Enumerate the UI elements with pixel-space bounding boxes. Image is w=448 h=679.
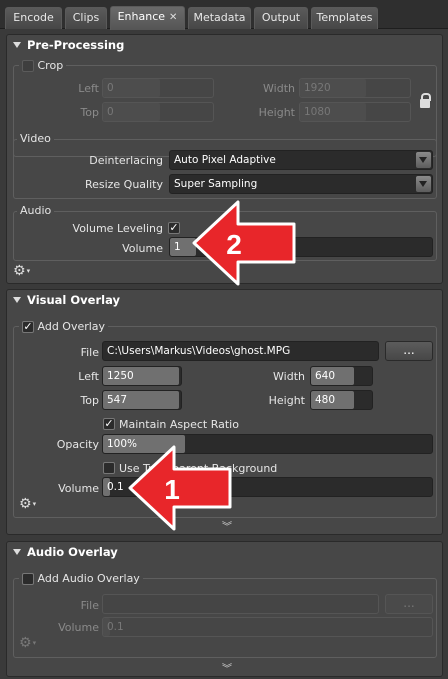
overlay-left-slider[interactable]: 1250 xyxy=(102,366,182,386)
tab-clips[interactable]: Clips xyxy=(65,7,107,29)
add-overlay-label: Add Overlay xyxy=(37,320,106,333)
overlay-width-slider[interactable]: 640 xyxy=(310,366,373,386)
tab-enhance[interactable]: Enhance ✕ xyxy=(110,6,185,30)
panel-title: Pre-Processing xyxy=(27,38,125,52)
slider-value: 1920 xyxy=(304,82,331,94)
tab-output[interactable]: Output xyxy=(254,7,308,29)
slider-value: 640 xyxy=(315,370,336,382)
tab-label: Clips xyxy=(72,11,100,24)
overlay-top-label: Top xyxy=(80,394,99,407)
crop-left-slider[interactable]: 0 xyxy=(102,78,214,98)
overlay-top-slider[interactable]: 547 xyxy=(102,390,182,410)
panel-title: Audio Overlay xyxy=(27,545,118,559)
tab-bar: Encode Clips Enhance ✕ Metadata Output Te… xyxy=(0,0,448,30)
audio-overlay-volume-label: Volume xyxy=(58,621,99,634)
annotation-arrow-2: 2 xyxy=(192,200,296,286)
tab-encode[interactable]: Encode xyxy=(5,7,62,29)
maintain-aspect-checkbox[interactable]: ✓ xyxy=(103,418,115,430)
overlay-left-label: Left xyxy=(78,370,99,383)
arrow-number: 2 xyxy=(226,229,242,260)
slider-value: 480 xyxy=(315,394,336,406)
video-group-title: Video xyxy=(17,132,54,145)
crop-top-label: Top xyxy=(80,106,99,119)
audio-overlay-panel: Audio Overlay Add Audio Overlay File ...… xyxy=(6,541,443,677)
audio-group-title: Audio xyxy=(17,204,55,217)
tab-label: Enhance xyxy=(117,10,166,23)
add-audio-overlay-checkbox[interactable] xyxy=(22,573,34,585)
file-path-field[interactable]: C:\Users\Markus\Videos\ghost.MPG xyxy=(102,341,379,361)
maintain-aspect-label: Maintain Aspect Ratio xyxy=(119,418,239,431)
lock-icon[interactable] xyxy=(420,93,431,108)
slider-value: 0 xyxy=(107,106,114,118)
crop-top-slider[interactable]: 0 xyxy=(102,102,214,122)
tab-label: Encode xyxy=(13,11,54,24)
overlay-height-label: Height xyxy=(268,394,305,407)
audio-volume-label: Volume xyxy=(122,242,163,255)
chevron-down-icon[interactable] xyxy=(416,176,431,192)
arrow-number: 1 xyxy=(164,474,180,505)
crop-width-label: Width xyxy=(263,82,295,95)
deinterlacing-label: Deinterlacing xyxy=(89,154,163,167)
slider-value: 0.1 xyxy=(107,481,124,493)
add-audio-overlay-label: Add Audio Overlay xyxy=(37,572,140,585)
deinterlacing-select[interactable]: Auto Pixel Adaptive xyxy=(169,150,433,170)
crop-left-label: Left xyxy=(78,82,99,95)
crop-checkbox[interactable] xyxy=(22,60,34,72)
slider-value: 0 xyxy=(107,82,114,94)
slider-value: 1250 xyxy=(107,370,134,382)
gear-icon: ⚙▾ xyxy=(19,635,37,651)
select-value: Auto Pixel Adaptive xyxy=(174,154,276,166)
volume-leveling-checkbox[interactable]: ✓ xyxy=(168,222,180,234)
add-overlay-group-title: ✓ Add Overlay xyxy=(19,320,109,333)
slider-value: 1 xyxy=(174,241,181,253)
chevron-down-icon[interactable] xyxy=(416,152,431,168)
slider-value: 547 xyxy=(107,394,128,406)
crop-height-slider[interactable]: 1080 xyxy=(299,102,411,122)
volume-leveling-label: Volume Leveling xyxy=(72,222,163,235)
overlay-volume-label: Volume xyxy=(58,482,99,495)
collapse-triangle-icon[interactable] xyxy=(13,297,21,303)
tab-label: Metadata xyxy=(193,11,246,24)
overlay-height-slider[interactable]: 480 xyxy=(310,390,373,410)
audio-overlay-volume-slider[interactable]: 0.1 xyxy=(102,617,433,637)
crop-height-label: Height xyxy=(258,106,295,119)
audio-file-field[interactable] xyxy=(102,594,379,614)
select-value: Super Sampling xyxy=(174,178,258,190)
audio-file-label: File xyxy=(80,599,99,612)
collapse-triangle-icon[interactable] xyxy=(13,549,21,555)
slider-value: 1080 xyxy=(304,106,331,118)
tab-templates[interactable]: Templates xyxy=(311,7,378,29)
annotation-arrow-1: 1 xyxy=(128,445,232,531)
transparent-background-checkbox[interactable] xyxy=(103,462,115,474)
collapse-triangle-icon[interactable] xyxy=(13,42,21,48)
crop-group-title: Crop xyxy=(19,59,67,72)
tab-metadata[interactable]: Metadata xyxy=(188,7,251,29)
opacity-label: Opacity xyxy=(56,438,99,451)
add-overlay-checkbox[interactable]: ✓ xyxy=(22,321,34,333)
crop-label: Crop xyxy=(37,59,64,72)
add-audio-overlay-group-title: Add Audio Overlay xyxy=(19,572,143,585)
audio-browse-button[interactable]: ... xyxy=(385,594,433,614)
overlay-width-label: Width xyxy=(273,370,305,383)
tab-label: Templates xyxy=(316,11,373,24)
resize-quality-select[interactable]: Super Sampling xyxy=(169,174,433,194)
browse-button[interactable]: ... xyxy=(385,341,433,361)
slider-value: 0.1 xyxy=(107,621,124,633)
expand-chevron-icon[interactable]: ︾ xyxy=(219,665,235,675)
tab-label: Output xyxy=(261,11,301,24)
resize-quality-label: Resize Quality xyxy=(84,178,163,191)
gear-icon[interactable]: ⚙▾ xyxy=(13,263,30,279)
close-icon[interactable]: ✕ xyxy=(169,12,177,23)
crop-width-slider[interactable]: 1920 xyxy=(299,78,411,98)
gear-icon[interactable]: ⚙▾ xyxy=(19,496,36,512)
file-label: File xyxy=(80,346,99,359)
panel-title: Visual Overlay xyxy=(27,293,120,307)
